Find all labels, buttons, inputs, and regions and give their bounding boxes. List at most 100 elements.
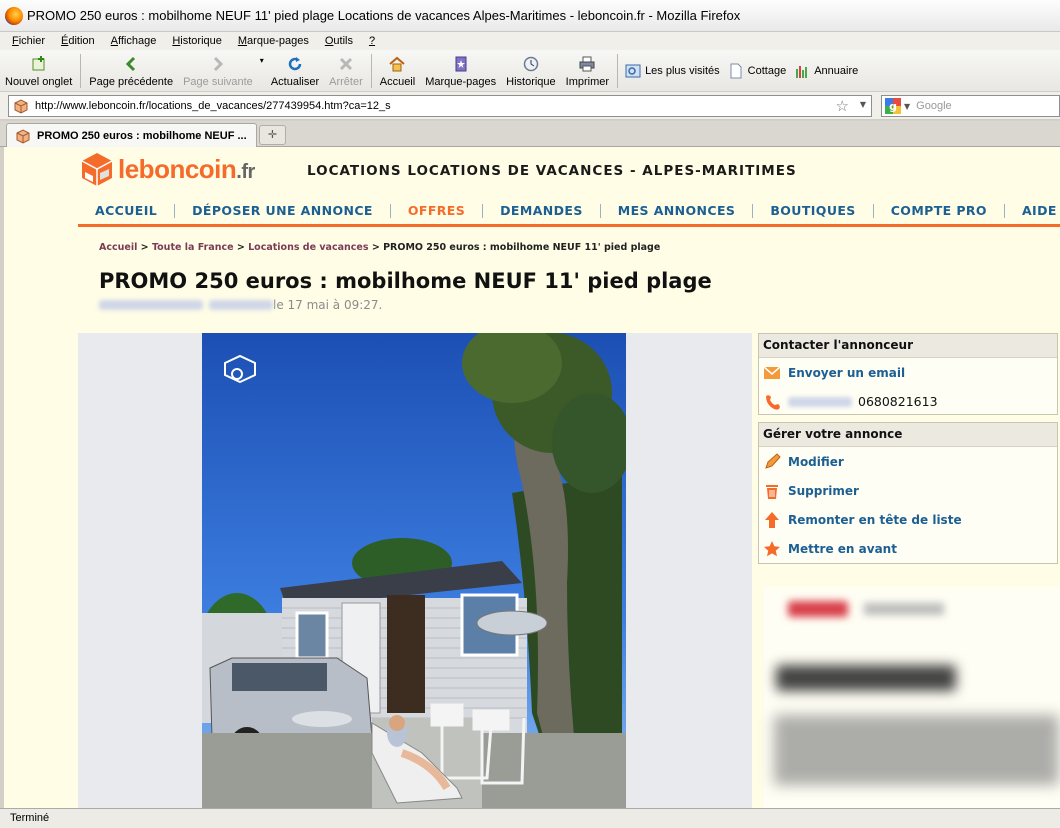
- history-button[interactable]: Historique: [501, 51, 561, 91]
- breadcrumb-separator: >: [371, 242, 380, 253]
- breadcrumb-separator: >: [140, 242, 149, 253]
- print-button[interactable]: Imprimer: [561, 51, 614, 91]
- photo-area: [78, 333, 752, 808]
- annuaire-label: Annuaire: [814, 65, 859, 77]
- blurred-advertisement[interactable]: [764, 587, 1060, 808]
- star-icon: [763, 540, 781, 558]
- new-tab-button[interactable]: Nouvel onglet: [0, 51, 77, 91]
- redacted-text: [99, 300, 203, 310]
- menu-item-3[interactable]: Historique: [172, 35, 222, 47]
- google-icon[interactable]: g: [885, 98, 901, 114]
- bookmarks-button[interactable]: Marque-pages: [420, 51, 501, 91]
- stop-button[interactable]: Arrêter: [324, 51, 368, 91]
- new-tab-icon: [31, 56, 47, 72]
- toolbar-separator: [617, 54, 619, 88]
- navigation-toolbar: Nouvel onglet Page précédente Page suiva…: [0, 50, 1060, 92]
- tab-label: PROMO 250 euros : mobilhome NEUF ...: [37, 129, 247, 142]
- nav-item-aide[interactable]: AIDE: [1005, 203, 1060, 218]
- main-navigation: ACCUEIL DÉPOSER UNE ANNONCE OFFRES DEMANDES…: [78, 197, 1060, 227]
- bookmarks-label: Marque-pages: [425, 76, 497, 88]
- url-bar[interactable]: http://www.leboncoin.fr/locations_de_vac…: [8, 95, 872, 117]
- stop-icon: [338, 56, 354, 72]
- ad-photo[interactable]: [202, 333, 626, 808]
- nav-item-accueil[interactable]: ACCUEIL: [78, 203, 176, 218]
- nav-item-boutiques[interactable]: BOUTIQUES: [753, 203, 874, 218]
- most-visited-icon: [625, 63, 641, 79]
- phone-icon: [763, 393, 781, 411]
- url-text[interactable]: http://www.leboncoin.fr/locations_de_vac…: [35, 100, 391, 112]
- tab-favicon-icon: [15, 128, 31, 144]
- search-bar[interactable]: g ▼ Google: [881, 95, 1060, 117]
- engine-dropdown-icon[interactable]: ▼: [904, 102, 910, 111]
- nav-item-demandes[interactable]: DEMANDES: [483, 203, 601, 218]
- arrow-up-icon: [763, 511, 781, 529]
- nav-item-compte-pro[interactable]: COMPTE PRO: [874, 203, 1005, 218]
- bump-link[interactable]: Remonter en tête de liste: [759, 505, 1057, 534]
- tab-active[interactable]: PROMO 250 euros : mobilhome NEUF ...: [6, 123, 257, 147]
- page-headline: LOCATIONS LOCATIONS DE VACANCES - ALPES-…: [307, 163, 797, 179]
- send-email-label[interactable]: Envoyer un email: [788, 366, 905, 380]
- stop-label: Arrêter: [329, 76, 363, 88]
- nav-item-mes-annonces[interactable]: MES ANNONCES: [601, 203, 754, 218]
- breadcrumb-toute-la-france[interactable]: Toute la France: [152, 242, 234, 253]
- menu-item-2[interactable]: Affichage: [111, 35, 157, 47]
- feature-link[interactable]: Mettre en avant: [759, 534, 1057, 563]
- bookmark-cottage[interactable]: Cottage: [724, 51, 791, 91]
- send-email-link[interactable]: Envoyer un email: [759, 358, 1057, 387]
- delete-label[interactable]: Supprimer: [788, 484, 859, 498]
- logo-tld-text: .fr: [236, 160, 255, 183]
- menu-item-0[interactable]: Fichier: [12, 35, 45, 47]
- firefox-window: PROMO 250 euros : mobilhome NEUF 11' pie…: [0, 0, 1060, 828]
- firefox-logo-icon: [5, 6, 23, 25]
- toolbar-separator: [370, 54, 372, 88]
- home-button[interactable]: Accueil: [375, 51, 420, 91]
- phone-number: 0680821613: [858, 394, 938, 409]
- history-label: Historique: [506, 76, 556, 88]
- history-dropdown-button[interactable]: ▾: [258, 51, 266, 91]
- annuaire-icon: [794, 63, 810, 79]
- breadcrumb-separator: >: [236, 242, 245, 253]
- blurred-ad-logo: [788, 601, 848, 617]
- redacted-name: [788, 396, 852, 407]
- reload-label: Actualiser: [270, 76, 320, 88]
- back-arrow-icon: [123, 56, 139, 72]
- leboncoin-logo[interactable]: leboncoin.fr: [80, 151, 255, 187]
- reload-button[interactable]: Actualiser: [266, 51, 324, 91]
- bump-label[interactable]: Remonter en tête de liste: [788, 513, 962, 527]
- nav-item-d-poser-une-annonce[interactable]: DÉPOSER UNE ANNONCE: [175, 203, 391, 218]
- bookmark-annuaire[interactable]: Annuaire: [790, 51, 862, 91]
- back-button[interactable]: Page précédente: [84, 51, 178, 91]
- menu-item-5[interactable]: Outils: [325, 35, 353, 47]
- contact-header: Contacter l'annonceur: [759, 334, 1057, 358]
- redacted-author-link[interactable]: [209, 300, 273, 310]
- url-dropdown-icon[interactable]: ▼: [860, 100, 866, 109]
- mobilhome-photo-image: [202, 333, 626, 808]
- bookmark-star-icon[interactable]: ☆: [836, 97, 849, 115]
- breadcrumb-accueil[interactable]: Accueil: [99, 242, 137, 253]
- envelope-icon: [763, 364, 781, 382]
- breadcrumb-locations-de-vacances[interactable]: Locations de vacances: [248, 242, 368, 253]
- feature-label[interactable]: Mettre en avant: [788, 542, 897, 556]
- page-content: leboncoin.fr LOCATIONS LOCATIONS DE VACA…: [0, 147, 1060, 808]
- delete-link[interactable]: Supprimer: [759, 476, 1057, 505]
- menu-item-6[interactable]: ?: [369, 35, 375, 47]
- svg-text:g: g: [889, 100, 897, 113]
- ad-title: PROMO 250 euros : mobilhome NEUF 11' pie…: [99, 269, 712, 293]
- modify-label[interactable]: Modifier: [788, 455, 844, 469]
- nav-item-offres[interactable]: OFFRES: [391, 203, 484, 218]
- most-visited-label: Les plus visités: [645, 65, 720, 77]
- dropdown-arrow-icon: ▾: [259, 56, 264, 65]
- breadcrumb-current: PROMO 250 euros : mobilhome NEUF 11' pie…: [383, 242, 661, 253]
- bookmark-most-visited[interactable]: Les plus visités: [621, 51, 724, 91]
- status-text: Terminé: [10, 812, 50, 824]
- new-tab-plus-button[interactable]: ✛: [259, 125, 286, 145]
- site-favicon-icon: [13, 98, 29, 114]
- menu-item-4[interactable]: Marque-pages: [238, 35, 309, 47]
- leboncoin-watermark-icon: [224, 354, 256, 383]
- window-title: PROMO 250 euros : mobilhome NEUF 11' pie…: [27, 8, 741, 23]
- search-placeholder[interactable]: Google: [916, 100, 951, 112]
- modify-link[interactable]: Modifier: [759, 447, 1057, 476]
- menu-item-1[interactable]: Édition: [61, 35, 95, 47]
- forward-button[interactable]: Page suivante: [178, 51, 258, 91]
- blurred-ad-heading: [776, 665, 956, 691]
